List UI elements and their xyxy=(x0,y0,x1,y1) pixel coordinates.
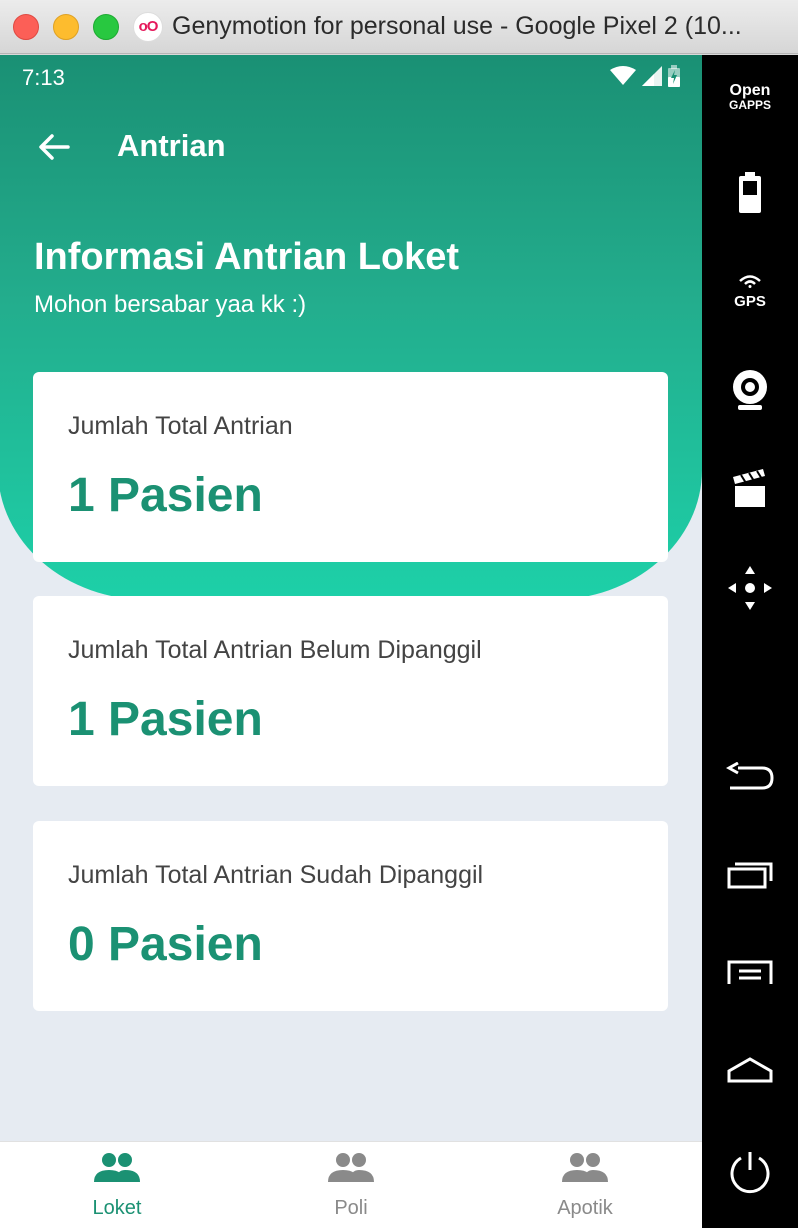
recent-apps-button[interactable] xyxy=(718,845,782,905)
window-titlebar: oO Genymotion for personal use - Google … xyxy=(0,0,798,54)
back-button[interactable] xyxy=(30,123,78,171)
opengapps-button[interactable]: Open GAPPS xyxy=(718,67,782,127)
android-back-button[interactable] xyxy=(718,747,782,807)
status-bar: 7:13 xyxy=(0,55,702,101)
people-icon xyxy=(94,1153,140,1182)
power-icon xyxy=(730,1152,770,1194)
home-button[interactable] xyxy=(718,1040,782,1100)
appbar-title: Antrian xyxy=(117,128,226,163)
dpad-icon xyxy=(728,566,772,610)
nav-item-loket[interactable]: Loket xyxy=(0,1142,234,1228)
gps-label: GPS xyxy=(734,293,766,310)
back-icon xyxy=(726,762,774,790)
home-icon xyxy=(727,1057,773,1083)
power-button[interactable] xyxy=(718,1142,782,1202)
webcam-button[interactable] xyxy=(718,360,782,420)
wifi-icon xyxy=(610,66,636,85)
webcam-icon xyxy=(733,370,767,410)
called-queue-card: Jumlah Total Antrian Sudah Dipanggil 0 P… xyxy=(33,821,668,1011)
card-value: 1 Pasien xyxy=(68,469,263,522)
battery-icon xyxy=(739,172,761,213)
media-button[interactable] xyxy=(718,458,782,518)
dpad-button[interactable] xyxy=(718,558,782,618)
close-window-button[interactable] xyxy=(13,14,39,40)
nav-item-poli[interactable]: Poli xyxy=(234,1142,468,1228)
menu-button[interactable] xyxy=(718,943,782,1003)
opengapps-top-text: Open xyxy=(729,82,771,99)
zoom-window-button[interactable] xyxy=(93,14,119,40)
card-label: Jumlah Total Antrian xyxy=(68,412,293,440)
page-headline: Informasi Antrian Loket xyxy=(34,236,460,278)
status-time: 7:13 xyxy=(22,65,65,90)
page-subtitle: Mohon bersabar yaa kk :) xyxy=(34,291,307,318)
battery-charging-icon xyxy=(668,65,680,87)
recent-apps-icon xyxy=(727,862,773,889)
opengapps-bottom-text: GAPPS xyxy=(728,98,771,112)
gps-icon xyxy=(739,275,761,288)
bottom-navigation: Loket Poli Apotik xyxy=(0,1141,702,1228)
people-icon xyxy=(562,1153,608,1182)
window-title: Genymotion for personal use - Google Pix… xyxy=(172,12,742,40)
total-queue-card: Jumlah Total Antrian 1 Pasien xyxy=(33,372,668,562)
device-screen: 7:13 Antrian Informasi Antrian Loket Moh… xyxy=(0,55,702,1228)
signal-icon xyxy=(642,66,662,86)
arrow-left-icon xyxy=(39,134,70,160)
card-value: 1 Pasien xyxy=(68,693,263,746)
emulator-toolbar: Open GAPPS GPS xyxy=(702,55,798,1228)
menu-icon xyxy=(727,960,773,984)
status-icons xyxy=(610,65,680,87)
minimize-window-button[interactable] xyxy=(53,14,79,40)
nav-label-poli: Poli xyxy=(334,1197,368,1219)
nav-label-apotik: Apotik xyxy=(557,1197,613,1219)
genymotion-logo-icon: oO xyxy=(133,12,163,42)
not-called-queue-card: Jumlah Total Antrian Belum Dipanggil 1 P… xyxy=(33,596,668,786)
nav-label-loket: Loket xyxy=(92,1197,142,1219)
clapperboard-icon xyxy=(733,469,765,507)
card-label: Jumlah Total Antrian Sudah Dipanggil xyxy=(68,861,484,889)
nav-item-apotik[interactable]: Apotik xyxy=(468,1142,702,1228)
card-label: Jumlah Total Antrian Belum Dipanggil xyxy=(68,636,482,664)
people-icon xyxy=(328,1153,374,1182)
gps-button[interactable]: GPS xyxy=(718,262,782,322)
card-value: 0 Pasien xyxy=(68,918,263,971)
battery-button[interactable] xyxy=(718,163,782,223)
